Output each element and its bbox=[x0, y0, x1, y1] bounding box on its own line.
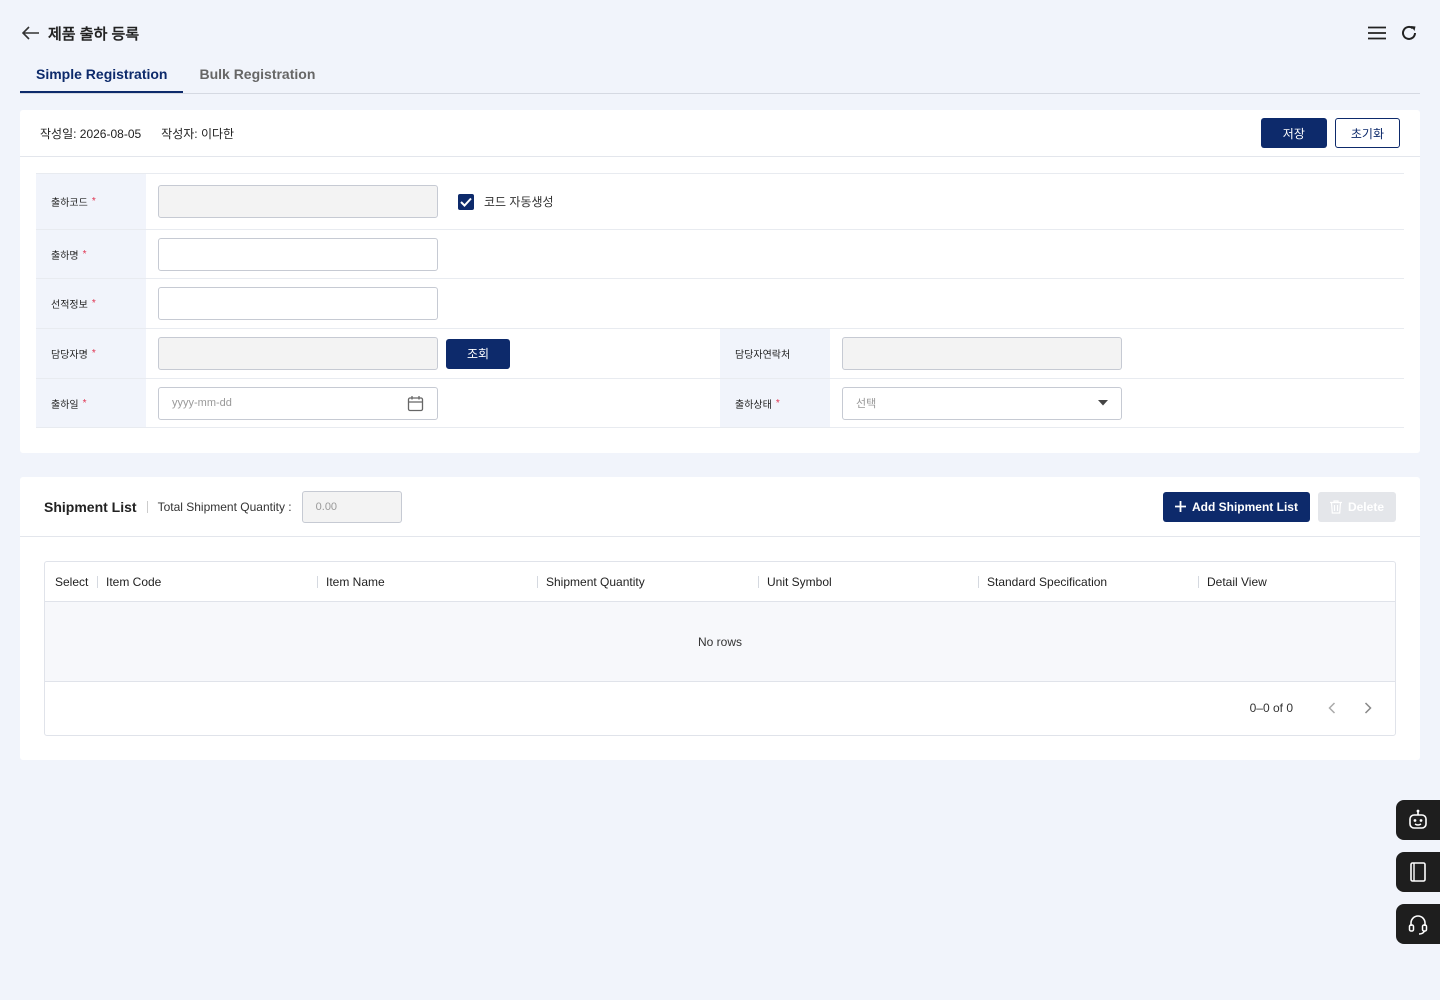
add-shipment-list-label: Add Shipment List bbox=[1191, 499, 1298, 514]
manual-button[interactable] bbox=[1396, 852, 1440, 892]
shipment-date-input[interactable]: yyyy-mm-dd bbox=[158, 386, 438, 420]
column-header-detail-view[interactable]: Detail View bbox=[1198, 575, 1378, 589]
reset-button[interactable]: 초기화 bbox=[1334, 118, 1400, 148]
caret-down-icon bbox=[1098, 400, 1108, 406]
tab-bulk-registration[interactable]: Bulk Registration bbox=[183, 56, 331, 93]
form-row-date-status: 출하일 * yyyy-mm-dd 출하상태 * 선택 bbox=[36, 378, 1404, 428]
registration-form-card: 작성일: 2026-08-05 작성자: 이다한 저장 초기화 출하코드 * 코드… bbox=[20, 110, 1420, 453]
delete-button[interactable]: Delete bbox=[1317, 491, 1396, 522]
column-header-item-code[interactable]: Item Code bbox=[97, 575, 317, 589]
plus-icon bbox=[1174, 501, 1186, 512]
auto-code-checkbox[interactable] bbox=[458, 193, 474, 210]
status-selected-value: 선택 bbox=[856, 398, 877, 410]
created-date: 작성일: 2026-08-05 bbox=[40, 126, 142, 141]
form-grid: 출하코드 * 코드 자동생성 출하명 * 선적정보 * 담당자명 * 조회 담당… bbox=[36, 173, 1404, 428]
pagination-range: 0–0 of 0 bbox=[1249, 701, 1293, 715]
shipping-info-label: 선적정보 * bbox=[36, 279, 146, 328]
delete-label: Delete bbox=[1347, 499, 1384, 514]
form-row-manager: 담당자명 * 조회 담당자연락처 bbox=[36, 328, 1404, 378]
table-empty-state: No rows bbox=[45, 602, 1395, 682]
form-row-shipping: 선적정보 * bbox=[36, 278, 1404, 328]
trash-icon bbox=[1329, 499, 1342, 514]
shipment-date-label: 출하일 * bbox=[36, 379, 146, 427]
column-header-unit-symbol[interactable]: Unit Symbol bbox=[758, 575, 978, 589]
form-header: 작성일: 2026-08-05 작성자: 이다한 저장 초기화 bbox=[20, 110, 1420, 157]
previous-page-icon[interactable] bbox=[1321, 697, 1343, 719]
headset-icon bbox=[1408, 915, 1428, 935]
page-title: 제품 출하 등록 bbox=[48, 25, 140, 43]
shipment-status-label: 출하상태 * bbox=[720, 379, 830, 427]
shipment-name-label: 출하명 * bbox=[36, 230, 146, 278]
total-quantity-input: 0.00 bbox=[301, 490, 402, 523]
shipment-status-select[interactable]: 선택 bbox=[842, 386, 1122, 420]
top-bar: 제품 출하 등록 bbox=[20, 18, 1420, 48]
refresh-icon[interactable] bbox=[1398, 22, 1420, 44]
manager-contact-label: 담당자연락처 bbox=[720, 329, 830, 378]
shipment-name-input[interactable] bbox=[158, 237, 438, 271]
shipping-info-input[interactable] bbox=[158, 287, 438, 320]
manager-contact-input[interactable] bbox=[842, 337, 1122, 370]
form-row-name: 출하명 * bbox=[36, 229, 1404, 278]
column-header-select[interactable]: Select bbox=[45, 575, 97, 589]
column-header-item-name[interactable]: Item Name bbox=[317, 575, 537, 589]
table-header: Select Item Code Item Name Shipment Quan… bbox=[45, 562, 1395, 602]
auto-code-label: 코드 자동생성 bbox=[484, 195, 554, 209]
robot-icon bbox=[1409, 809, 1427, 829]
support-button[interactable] bbox=[1396, 904, 1440, 944]
search-manager-button[interactable]: 조회 bbox=[446, 338, 510, 369]
manager-name-input[interactable] bbox=[158, 337, 438, 370]
column-header-shipment-quantity[interactable]: Shipment Quantity bbox=[537, 575, 758, 589]
calendar-icon[interactable] bbox=[407, 395, 424, 412]
total-quantity-label: Total Shipment Quantity : bbox=[157, 499, 292, 514]
shipment-list-header: Shipment List Total Shipment Quantity : … bbox=[20, 477, 1420, 537]
shipment-list-card: Shipment List Total Shipment Quantity : … bbox=[20, 477, 1420, 760]
tab-bar: Simple Registration Bulk Registration bbox=[20, 56, 1420, 94]
book-icon bbox=[1410, 862, 1426, 882]
table-pagination: 0–0 of 0 bbox=[45, 682, 1395, 734]
shipment-code-input[interactable] bbox=[158, 185, 438, 218]
form-row-code: 출하코드 * 코드 자동생성 bbox=[36, 173, 1404, 229]
manager-name-label: 담당자명 * bbox=[36, 329, 146, 378]
shipment-list-title: Shipment List bbox=[44, 498, 137, 515]
column-header-standard-specification[interactable]: Standard Specification bbox=[978, 575, 1198, 589]
date-placeholder: yyyy-mm-dd bbox=[172, 397, 232, 409]
back-arrow-icon[interactable] bbox=[20, 22, 42, 44]
author: 작성자: 이다한 bbox=[161, 126, 235, 141]
save-button[interactable]: 저장 bbox=[1260, 118, 1327, 148]
add-shipment-list-button[interactable]: Add Shipment List bbox=[1162, 491, 1310, 522]
shipment-code-label: 출하코드 * bbox=[36, 174, 146, 229]
tab-simple-registration[interactable]: Simple Registration bbox=[20, 56, 184, 93]
shipment-table: Select Item Code Item Name Shipment Quan… bbox=[44, 561, 1396, 736]
chatbot-button[interactable] bbox=[1396, 800, 1440, 840]
menu-icon[interactable] bbox=[1366, 22, 1388, 44]
next-page-icon[interactable] bbox=[1357, 697, 1379, 719]
divider bbox=[146, 500, 148, 513]
